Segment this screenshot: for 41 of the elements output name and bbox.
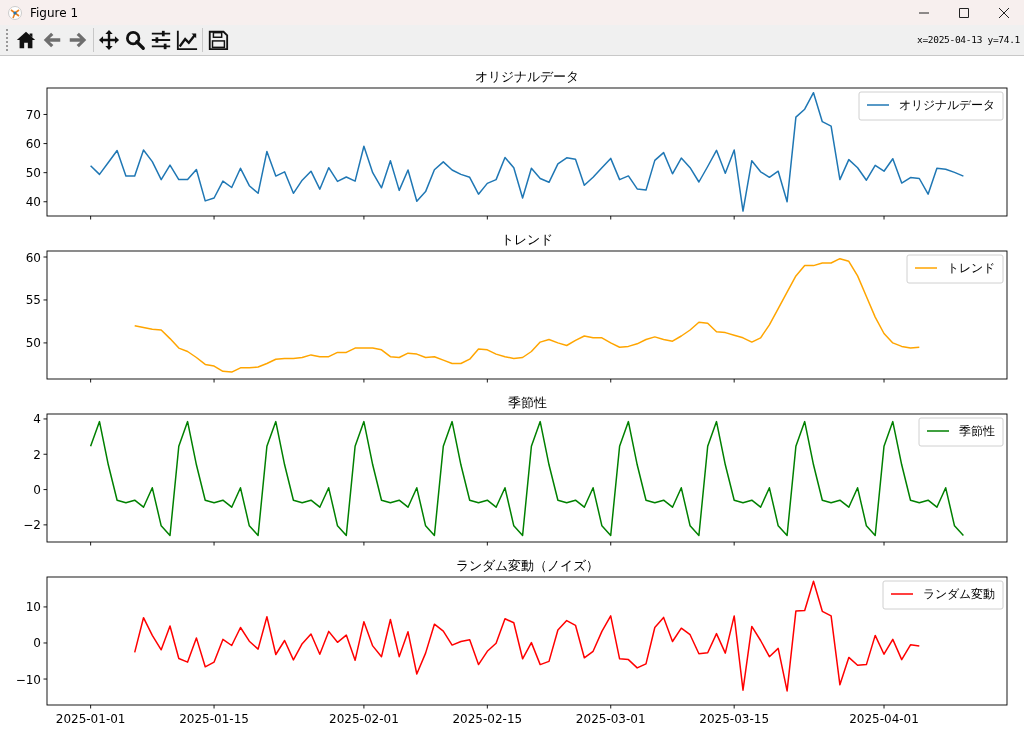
- maximize-icon: [959, 7, 969, 18]
- tick-label: −10: [15, 672, 41, 687]
- chart-title: トレンド: [501, 232, 553, 247]
- tick-label: 70: [25, 107, 41, 122]
- legend-line-icon: [914, 267, 938, 269]
- tick-label: 60: [25, 137, 41, 152]
- tick-label: 2025-01-15: [179, 712, 249, 726]
- tick-label: 2025-02-15: [452, 712, 523, 726]
- chart-title: 季節性: [507, 395, 547, 410]
- tick-label: 40: [25, 195, 41, 210]
- cursor-coordinates: x=2025-04-13 y=74.1: [917, 32, 1020, 47]
- chart-title: オリジナルデータ: [475, 69, 579, 84]
- chart-title: ランダム変動（ノイズ）: [455, 558, 599, 573]
- legend-label: オリジナルデータ: [899, 98, 995, 112]
- legend-line-icon: [890, 593, 914, 595]
- window-title: Figure 1: [30, 4, 79, 22]
- tick-label: 0: [33, 483, 41, 498]
- tick-label: 2025-01-01: [55, 712, 126, 726]
- tick-label: 0: [33, 636, 41, 651]
- tick-label: 10: [25, 600, 41, 615]
- legend-label: トレンド: [947, 261, 995, 275]
- move-button[interactable]: [96, 27, 122, 53]
- tick-label: −2: [23, 518, 41, 533]
- tick-label: 60: [25, 250, 41, 265]
- tick-label: 50: [25, 166, 41, 181]
- app-icon: [8, 5, 22, 20]
- tick-label: 2025-04-01: [849, 712, 919, 726]
- close-icon: [999, 7, 1009, 18]
- legend-label: ランダム変動: [923, 587, 995, 601]
- tick-label: 2025-03-01: [575, 712, 646, 726]
- tick-label: 55: [25, 293, 41, 308]
- legend-line-icon: [866, 104, 890, 106]
- tick-label: 2025-03-15: [699, 712, 770, 726]
- legend-label: 季節性: [959, 424, 995, 438]
- tick-label: 2025-02-01: [329, 712, 399, 726]
- minimize-icon: [919, 11, 929, 14]
- tick-label: 4: [33, 412, 41, 427]
- tick-label: 50: [25, 336, 41, 351]
- tick-label: 2: [33, 447, 41, 462]
- toolbar-grip[interactable]: [6, 29, 9, 51]
- legend-line-icon: [926, 430, 950, 432]
